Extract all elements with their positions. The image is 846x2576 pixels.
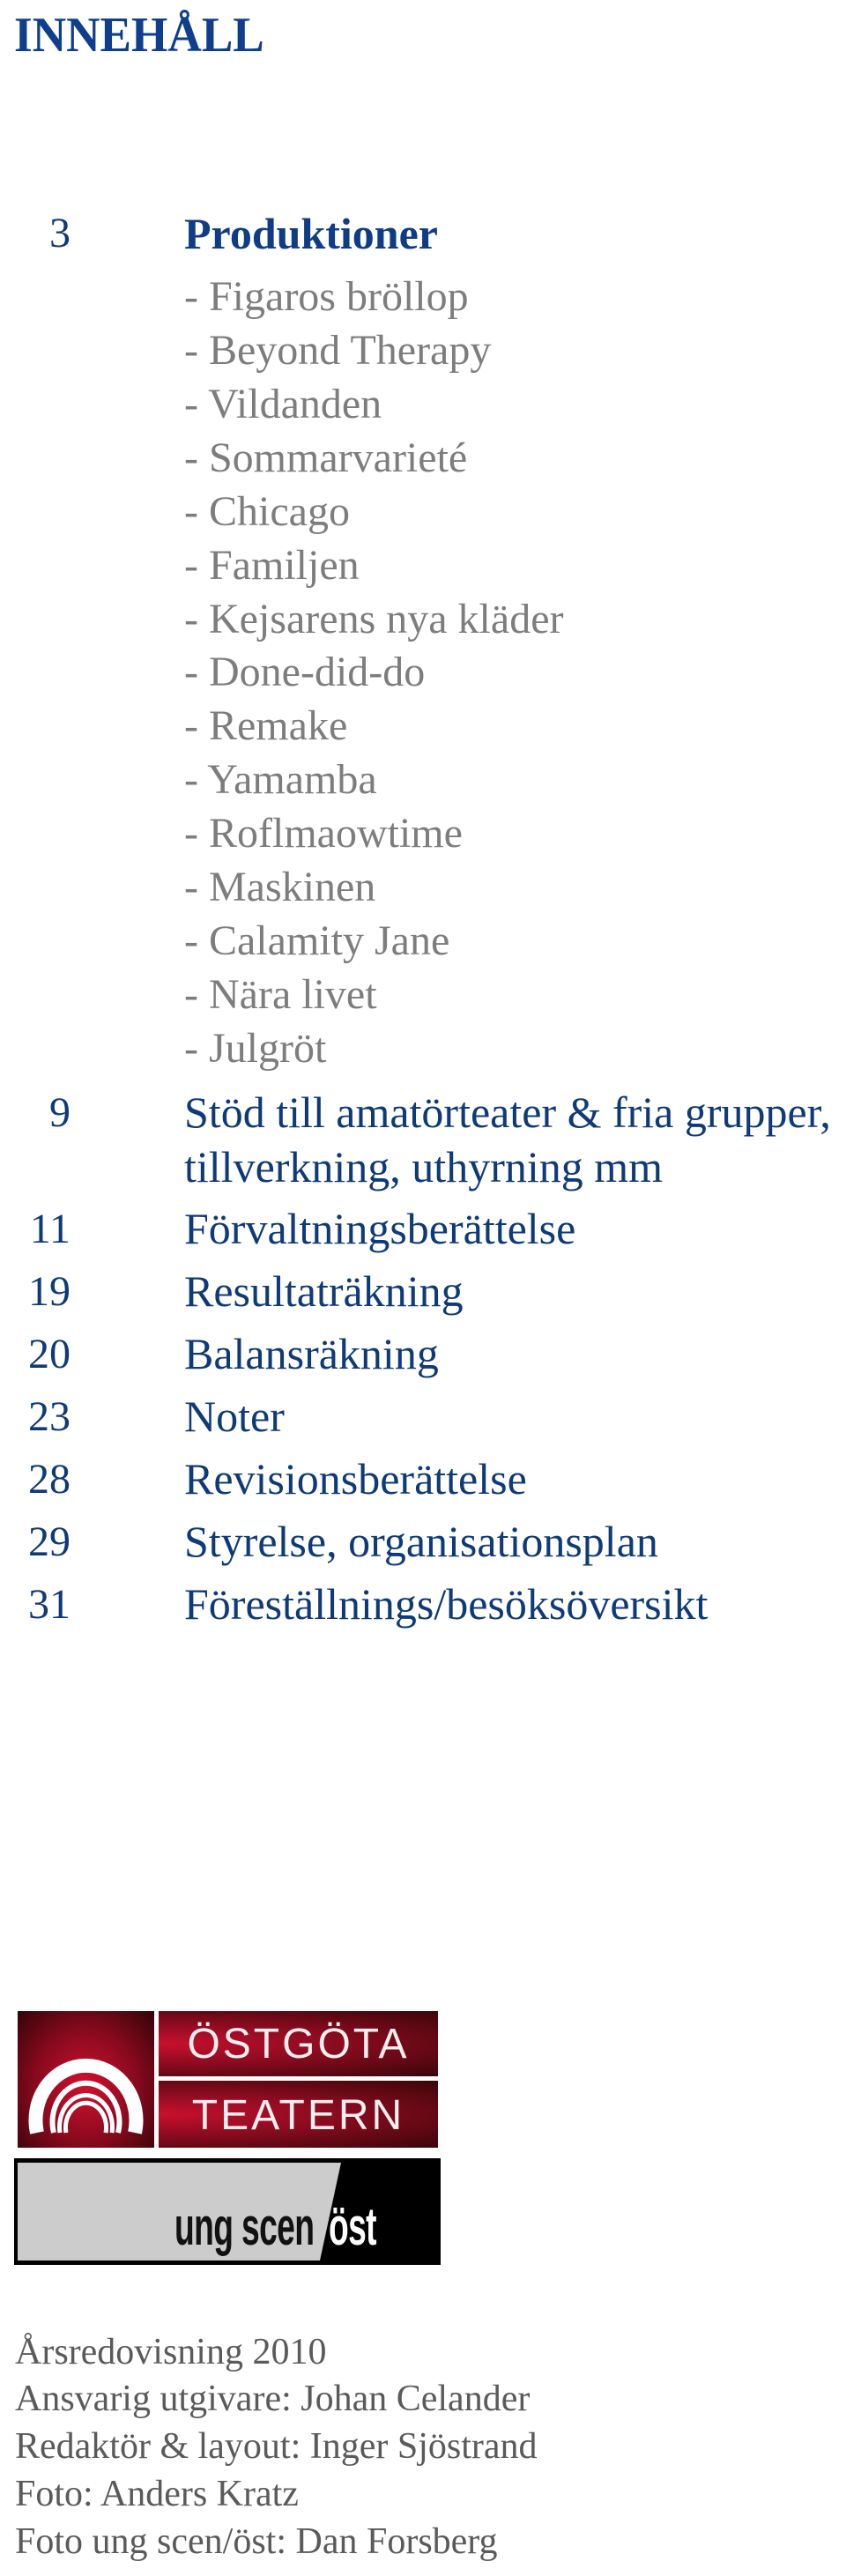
list-item: - Remake (184, 702, 348, 749)
ostgota-teatern-logo: ÖSTGÖTA TEATERN (18, 2011, 438, 2148)
toc-page-number: 28 (28, 1456, 70, 1503)
list-item: - Calamity Jane (184, 917, 450, 964)
ung-scen-ost-logo: ung scen öst (14, 2158, 441, 2265)
toc-page-number: 19 (28, 1268, 70, 1315)
list-item: - Familjen (184, 542, 360, 589)
arches-icon (28, 2058, 144, 2134)
list-item: - Vildanden (184, 381, 382, 427)
toc-entry-text[interactable]: Stöd till amatörteater & fria grupper, (184, 1090, 831, 1134)
list-item: - Nära livet (184, 971, 377, 1018)
toc-page-number: 20 (28, 1331, 70, 1377)
toc-entry-text[interactable]: Resultaträkning (184, 1269, 464, 1313)
toc-entry-text-continued[interactable]: tillverkning, uthyrning mm (184, 1145, 663, 1189)
list-item: - Roflmaowtime (184, 810, 463, 857)
logo-emblem (18, 2011, 154, 2148)
toc-page-number: 11 (29, 1206, 70, 1252)
list-item: - Kejsarens nya kläder (184, 596, 564, 642)
credit-line: Foto: Anders Kratz (15, 2474, 299, 2514)
list-item: - Maskinen (184, 864, 376, 910)
list-item: - Done-did-do (184, 649, 426, 695)
toc-page-number: 31 (28, 1581, 70, 1628)
list-item: - Julgröt (184, 1025, 327, 1072)
toc-entry-text[interactable]: Föreställnings/besöksöversikt (184, 1582, 708, 1626)
list-item: - Chicago (184, 488, 350, 535)
toc-entry-text[interactable]: Noter (184, 1394, 285, 1438)
toc-page-number: 3 (49, 210, 70, 256)
toc-entry-text[interactable]: Förvaltningsberättelse (184, 1206, 575, 1251)
toc-page-number: 29 (28, 1518, 70, 1565)
toc-entry-text[interactable]: Revisionsberättelse (184, 1457, 527, 1501)
credit-line: Redaktör & layout: Inger Sjöstrand (15, 2426, 538, 2467)
credit-line: Foto ung scen/öst: Dan Forsberg (15, 2521, 498, 2562)
logo-text-ung-scen: ung scen (174, 2197, 315, 2256)
logo-panel-top: ÖSTGÖTA (159, 2011, 438, 2076)
logo-text-teatern: TEATERN (191, 2092, 405, 2139)
credit-line: Ansvarig utgivare: Johan Celander (15, 2379, 531, 2419)
toc-page-number: 23 (28, 1393, 70, 1440)
page-title: INNEHÅLL (14, 8, 264, 63)
logo-panel-bottom: TEATERN (159, 2081, 438, 2148)
toc-page-number: 9 (49, 1089, 70, 1136)
toc-entry-text[interactable]: Styrelse, organisationsplan (184, 1519, 658, 1563)
list-item: - Beyond Therapy (184, 327, 492, 374)
list-item: - Sommarvarieté (184, 434, 468, 481)
list-item: - Figaros bröllop (184, 273, 469, 320)
credit-line: Årsredovisning 2010 (15, 2332, 327, 2372)
toc-heading-productions[interactable]: Produktioner (184, 212, 438, 256)
logo-text-ostgota: ÖSTGÖTA (187, 2021, 410, 2067)
list-item: - Yamamba (184, 756, 377, 803)
logo-text-ost: öst (329, 2197, 377, 2256)
toc-entry-text[interactable]: Balansräkning (184, 1332, 439, 1376)
